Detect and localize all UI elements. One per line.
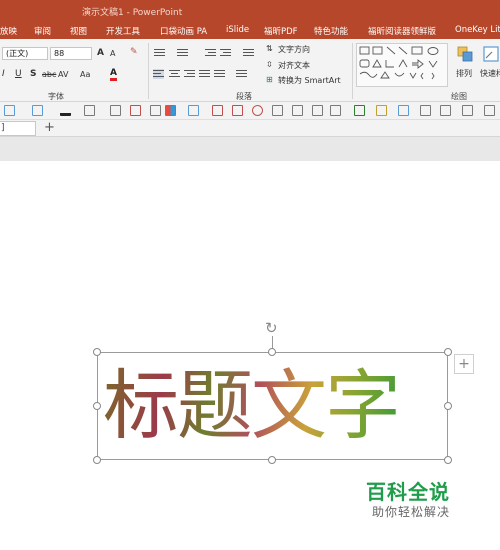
rotate-handle-icon[interactable]: ↻ xyxy=(265,321,278,336)
window-title: 演示文稿1 - PowerPoint xyxy=(82,8,183,18)
bullets-icon[interactable] xyxy=(154,48,165,58)
smartart-icon[interactable]: ⊞ xyxy=(266,74,273,86)
arrange-button[interactable]: 排列 xyxy=(456,68,472,80)
chart-icon[interactable] xyxy=(354,105,365,116)
columns-icon[interactable] xyxy=(236,69,247,79)
drawing-group-label: 绘图 xyxy=(451,92,467,101)
paragraph-group-label: 段落 xyxy=(236,92,252,101)
shadow-button[interactable]: S xyxy=(30,68,36,80)
crop-icon[interactable] xyxy=(130,105,141,116)
tab-pocket-animation[interactable]: 口袋动画 PA xyxy=(160,25,207,37)
tab-foxit-pdf[interactable]: 福昕PDF xyxy=(264,25,298,37)
tab-review[interactable]: 审阅 xyxy=(34,25,51,37)
more-icon[interactable] xyxy=(484,105,495,116)
tab-slideshow[interactable]: 放映 xyxy=(0,25,17,37)
increase-indent-icon[interactable] xyxy=(220,48,231,58)
font-name-select[interactable]: (正文) xyxy=(2,47,48,60)
add-tab-button[interactable]: + xyxy=(44,120,55,136)
resize-icon[interactable] xyxy=(462,105,473,116)
italic-button[interactable]: I xyxy=(2,68,5,80)
highlight-icon[interactable] xyxy=(84,105,95,116)
ribbon-tabs: 放映 审阅 视图 开发工具 口袋动画 PA iSlide 福昕PDF 特色功能 … xyxy=(0,22,500,39)
document-tab-strip: ] + xyxy=(0,120,500,137)
underline-button[interactable]: U xyxy=(15,68,22,80)
text-direction-icon[interactable]: ⇅ xyxy=(266,43,273,55)
divider xyxy=(148,43,149,99)
rotate-objects-icon[interactable] xyxy=(232,105,243,116)
text-direction-button[interactable]: 文字方向 xyxy=(278,44,310,56)
arrange-icon[interactable] xyxy=(455,43,475,69)
align-right-icon[interactable] xyxy=(184,69,195,79)
resize-handle-top-left[interactable] xyxy=(93,348,101,356)
tab-islide[interactable]: iSlide xyxy=(226,25,249,35)
tab-special-features[interactable]: 特色功能 xyxy=(314,25,348,37)
resize-handle-top[interactable] xyxy=(268,348,276,356)
align-center-icon[interactable] xyxy=(169,69,180,79)
format-painter-icon[interactable] xyxy=(150,105,161,116)
group-icon[interactable] xyxy=(110,105,121,116)
powerpoint-window: 演示文稿1 - PowerPoint 放映 审阅 视图 开发工具 口袋动画 PA… xyxy=(0,0,500,550)
watermark-logo: 百科全说 xyxy=(366,480,450,504)
align-text-button[interactable]: 对齐文本 xyxy=(278,60,310,72)
table-icon[interactable] xyxy=(330,105,341,116)
distribute-objects-icon[interactable] xyxy=(212,105,223,116)
decrease-indent-icon[interactable] xyxy=(205,48,216,58)
tab-foxit-reader[interactable]: 福昕阅读器领鲜版 xyxy=(368,25,436,37)
align-left-icon[interactable] xyxy=(153,69,164,79)
shapes-icon xyxy=(359,46,439,80)
layers-icon[interactable] xyxy=(312,105,323,116)
title-bar: 演示文稿1 - PowerPoint xyxy=(0,0,500,22)
font-name-value: (正文) xyxy=(6,49,29,58)
link-icon[interactable] xyxy=(398,105,409,116)
ribbon: (正文) 88 A A ✎ I U S abc AV Aa A 字体 ⇅ 文字方… xyxy=(0,39,500,102)
watermark-tagline: 助你轻松解决 xyxy=(372,505,451,519)
quick-styles-button[interactable]: 快速样 xyxy=(480,68,500,80)
strikethrough-button[interactable]: abc xyxy=(42,69,56,81)
distribute-icon[interactable] xyxy=(214,69,225,79)
convert-smartart-button[interactable]: 转换为 SmartArt xyxy=(278,75,341,87)
document-tab[interactable]: ] xyxy=(0,121,36,136)
tab-view[interactable]: 视图 xyxy=(70,25,87,37)
tab-developer[interactable]: 开发工具 xyxy=(106,25,140,37)
shrink-font-button[interactable]: A xyxy=(110,48,115,60)
char-spacing-button[interactable]: AV xyxy=(58,69,68,81)
layout-options-button[interactable]: + xyxy=(454,354,474,374)
crop-image-icon[interactable] xyxy=(440,105,451,116)
quick-access-toolbar xyxy=(0,102,500,120)
resize-handle-right[interactable] xyxy=(444,402,452,410)
text-box-icon[interactable] xyxy=(420,105,431,116)
tab-onekey-lite[interactable]: OneKey Lite xyxy=(455,25,500,35)
picture-icon[interactable] xyxy=(292,105,303,116)
divider xyxy=(352,43,353,99)
shape-edit-icon[interactable] xyxy=(32,105,43,116)
slide-area-top-margin xyxy=(0,137,500,161)
numbering-icon[interactable] xyxy=(177,48,188,58)
justify-icon[interactable] xyxy=(199,69,210,79)
resize-handle-bottom-right[interactable] xyxy=(444,456,452,464)
font-color-icon[interactable] xyxy=(60,105,71,116)
grow-font-button[interactable]: A xyxy=(97,47,104,59)
bring-forward-icon[interactable] xyxy=(272,105,283,116)
change-case-button[interactable]: Aa xyxy=(80,69,90,81)
shape-outline-icon[interactable] xyxy=(4,105,15,116)
line-spacing-icon[interactable] xyxy=(243,48,254,58)
shapes-gallery[interactable] xyxy=(356,43,448,87)
pen-icon[interactable] xyxy=(376,105,387,116)
color-picker-icon[interactable] xyxy=(165,105,176,116)
font-size-select[interactable]: 88 xyxy=(50,47,92,60)
align-text-icon[interactable]: ⇳ xyxy=(266,59,273,71)
target-icon[interactable] xyxy=(252,105,263,116)
resize-handle-top-right[interactable] xyxy=(444,348,452,356)
font-color-button[interactable]: A xyxy=(110,68,117,81)
resize-handle-bottom[interactable] xyxy=(268,456,276,464)
font-size-value: 88 xyxy=(54,49,65,58)
resize-handle-bottom-left[interactable] xyxy=(93,456,101,464)
font-group-label: 字体 xyxy=(48,92,64,101)
clear-format-icon[interactable]: ✎ xyxy=(130,46,138,58)
resize-handle-left[interactable] xyxy=(93,402,101,410)
title-text-box[interactable]: 标题文字 xyxy=(103,356,443,456)
quick-styles-icon[interactable] xyxy=(480,43,500,67)
align-objects-icon[interactable] xyxy=(188,105,199,116)
document-tab-label: ] xyxy=(1,123,5,133)
